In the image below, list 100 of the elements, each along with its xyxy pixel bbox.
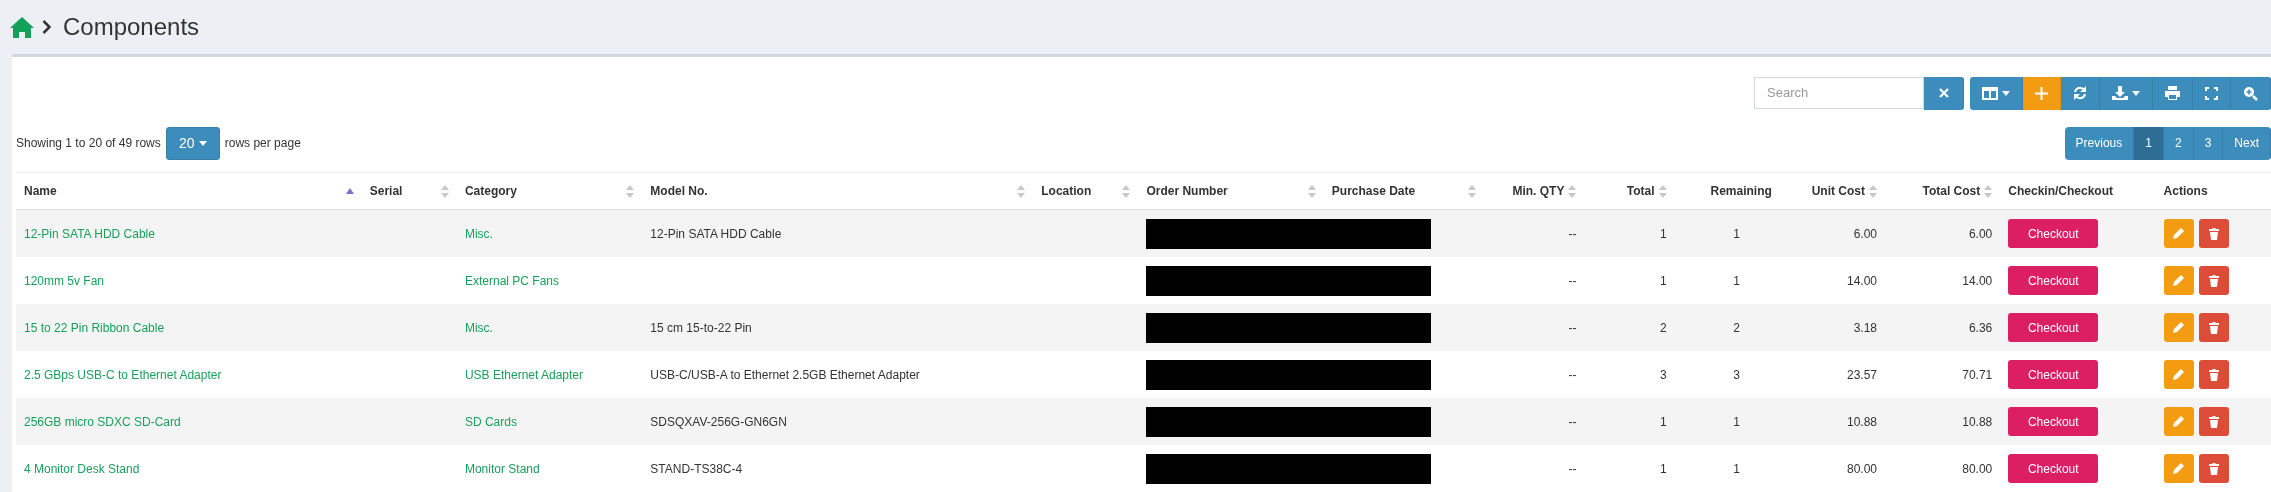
column-header[interactable]: Total Cost: [1885, 172, 2001, 210]
table-cell: 80.00: [1962, 461, 1993, 476]
table-cell: 6.00: [1968, 226, 1993, 241]
caret-icon: [2132, 90, 2140, 96]
sort-icon: [1568, 184, 1577, 198]
category-link[interactable]: Monitor Stand: [464, 461, 540, 476]
rows-summary: Showing 1 to 20 of 49 rows: [16, 136, 161, 150]
column-header[interactable]: Serial: [361, 172, 457, 210]
column-header[interactable]: Total: [1584, 172, 1675, 210]
download-button[interactable]: [2100, 76, 2153, 110]
edit-button[interactable]: [2163, 454, 2194, 483]
table-cell: 15 cm 15-to-22 Pin: [650, 320, 752, 335]
page-size-dropdown[interactable]: 20: [165, 126, 220, 160]
columns-icon: [1982, 86, 1998, 100]
print-button[interactable]: [2153, 76, 2193, 110]
column-header[interactable]: Unit Cost: [1779, 172, 1886, 210]
edit-button[interactable]: [2163, 407, 2194, 436]
pagination-button[interactable]: Previous: [2064, 126, 2135, 160]
sort-icon: [440, 184, 449, 198]
column-header[interactable]: Category: [456, 172, 643, 210]
sort-icon: [1984, 184, 1993, 198]
table-cell: 80.00: [1847, 461, 1878, 476]
checkout-button[interactable]: Checkout: [2008, 454, 2099, 483]
table-cell: 1: [1733, 461, 1740, 476]
column-header[interactable]: Location: [1033, 172, 1139, 210]
category-link[interactable]: Misc.: [464, 226, 493, 241]
edit-button[interactable]: [2163, 360, 2194, 389]
pagination-button[interactable]: 1: [2134, 126, 2164, 160]
delete-button[interactable]: [2198, 454, 2229, 483]
column-header[interactable]: Model No.: [642, 172, 1034, 210]
table-cell: 1: [1659, 461, 1667, 476]
delete-button[interactable]: [2198, 313, 2229, 342]
trash-icon: [2208, 274, 2219, 287]
delete-button[interactable]: [2198, 219, 2229, 248]
caret-icon: [198, 140, 207, 146]
checkout-button[interactable]: Checkout: [2008, 313, 2099, 342]
column-header[interactable]: Name: [16, 172, 362, 210]
component-link[interactable]: 2.5 GBps USB-C to Ethernet Adapter: [24, 367, 222, 382]
category-link[interactable]: External PC Fans: [464, 273, 559, 288]
delete-button[interactable]: [2198, 407, 2229, 436]
column-header[interactable]: Min. QTY: [1484, 172, 1585, 210]
table-cell: 10.88: [1962, 414, 1993, 429]
table-cell: 10.88: [1847, 414, 1878, 429]
refresh-button[interactable]: [2061, 76, 2100, 110]
edit-button[interactable]: [2163, 313, 2194, 342]
category-link[interactable]: USB Ethernet Adapter: [464, 367, 584, 382]
columns-button[interactable]: [1970, 76, 2023, 110]
pencil-icon: [2173, 463, 2185, 474]
edit-button[interactable]: [2163, 219, 2194, 248]
fullscreen-button[interactable]: [2193, 76, 2231, 110]
checkout-button[interactable]: Checkout: [2008, 407, 2099, 436]
pagination-button[interactable]: 3: [2193, 126, 2224, 160]
plus-button[interactable]: [2023, 76, 2061, 110]
delete-button[interactable]: [2198, 266, 2229, 295]
home-icon: [10, 16, 34, 38]
category-link[interactable]: SD Cards: [464, 414, 517, 429]
sort-icon: [1869, 184, 1878, 198]
table-cell: 1: [1733, 414, 1740, 429]
clear-search-button[interactable]: [1924, 76, 1964, 110]
column-header[interactable]: Purchase Date: [1323, 172, 1485, 210]
column-header[interactable]: Order Number: [1138, 172, 1324, 210]
checkout-button[interactable]: Checkout: [2008, 219, 2099, 248]
fullscreen-icon: [2205, 86, 2218, 100]
sort-icon: [1307, 184, 1316, 198]
pagination-button[interactable]: 2: [2163, 126, 2194, 160]
table-cell: 14.00: [1847, 273, 1878, 288]
zoom-in-icon: [2243, 85, 2258, 101]
pagination-button[interactable]: Next: [2223, 126, 2271, 160]
component-link[interactable]: 4 Monitor Desk Stand: [24, 461, 140, 476]
trash-icon: [2208, 462, 2219, 475]
column-header[interactable]: Actions: [2155, 172, 2271, 210]
trash-icon: [2208, 368, 2219, 381]
category-link[interactable]: Misc.: [464, 320, 493, 335]
component-link[interactable]: 15 to 22 Pin Ribbon Cable: [24, 320, 165, 335]
sort-icon: [1468, 184, 1477, 198]
checkout-button[interactable]: Checkout: [2008, 360, 2099, 389]
sort-icon: [1017, 184, 1026, 198]
component-link[interactable]: 256GB micro SDXC SD-Card: [24, 414, 181, 429]
column-header[interactable]: Remaining: [1674, 172, 1780, 210]
table-cell: 1: [1659, 414, 1667, 429]
checkout-button[interactable]: Checkout: [2008, 266, 2099, 295]
table-cell: --: [1568, 461, 1577, 476]
close-icon: [1938, 88, 1949, 98]
component-link[interactable]: 12-Pin SATA HDD Cable: [24, 226, 155, 241]
pencil-icon: [2173, 228, 2185, 239]
table-cell: STAND-TS38C-4: [650, 461, 743, 476]
search-field[interactable]: Search: [1754, 76, 1924, 109]
edit-button[interactable]: [2163, 266, 2194, 295]
component-link[interactable]: 120mm 5v Fan: [24, 273, 105, 288]
table-cell: 2: [1733, 320, 1740, 335]
table-cell: --: [1568, 226, 1577, 241]
table-cell: 1: [1659, 273, 1667, 288]
sort-icon: [626, 184, 635, 198]
chevron-right-icon: [42, 20, 51, 34]
column-header[interactable]: Checkin/Checkout: [2000, 172, 2156, 210]
download-icon: [2112, 86, 2128, 100]
zoom-in-button[interactable]: [2231, 76, 2271, 110]
delete-button[interactable]: [2198, 360, 2229, 389]
table-cell: 3: [1659, 367, 1667, 382]
pencil-icon: [2173, 275, 2185, 286]
